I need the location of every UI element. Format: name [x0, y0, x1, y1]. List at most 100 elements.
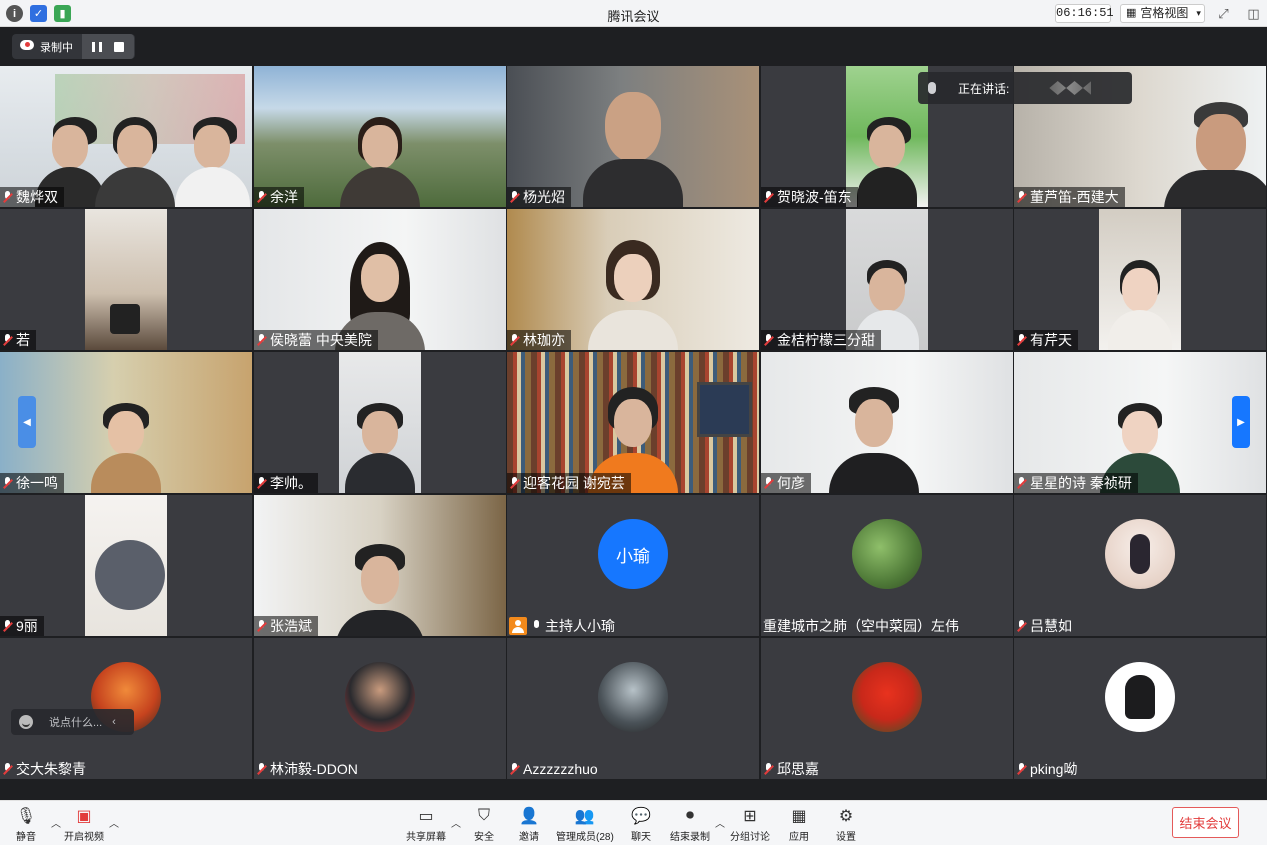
invite-label: 邀请 [519, 832, 539, 843]
shield-icon: ⛉ [477, 807, 490, 824]
meeting-timer: 06:16:51 [1055, 4, 1114, 23]
video-tile[interactable]: 迎客花园 谢宛芸 [507, 352, 759, 493]
speaking-label: 正在讲话: [958, 81, 1010, 96]
settings-button[interactable]: ⚙ 设置 [835, 805, 857, 843]
chevron-up-icon[interactable]: ︿ [451, 815, 461, 830]
video-tile[interactable]: 金桔柠檬三分甜 [761, 209, 1013, 350]
video-tile[interactable]: 林珈亦 [507, 209, 759, 350]
end-recording-button[interactable]: ⏺ 结束录制 [670, 805, 710, 843]
microphone-icon: 🎙 [15, 808, 37, 825]
participant-name: 贺晓波-笛东 [777, 189, 852, 205]
chevron-left-icon[interactable]: ‹ [112, 716, 116, 728]
video-tile[interactable]: 侯晓蕾 中央美院 [254, 209, 506, 350]
mic-on-icon [531, 619, 543, 633]
stop-record-icon: ⏺ [685, 807, 694, 824]
participant-name: Azzzzzzhuo [523, 761, 598, 777]
video-tile[interactable]: 魏烨双 [0, 66, 252, 207]
avatar [345, 662, 415, 732]
video-label: 开启视频 [64, 832, 104, 843]
participant-name: 邱思嘉 [777, 761, 819, 777]
end-record-label: 结束录制 [670, 832, 710, 843]
stop-record-button[interactable] [114, 41, 124, 52]
participant-name: 星星的诗 秦祯研 [1030, 475, 1132, 491]
chat-label: 聊天 [631, 832, 651, 843]
video-tile[interactable]: 杨光炤 [507, 66, 759, 207]
chat-input[interactable]: 说点什么... ‹ [11, 709, 134, 735]
next-page-button[interactable]: ▶ [1232, 396, 1250, 448]
chat-placeholder: 说点什么... [49, 717, 103, 729]
mute-label: 静音 [16, 832, 36, 843]
microphone-icon [928, 82, 936, 94]
participant-name: 交大朱黎青 [16, 761, 86, 777]
settings-label: 设置 [836, 832, 856, 843]
video-tile[interactable]: 林沛毅-DDON [254, 638, 506, 779]
view-mode-selector[interactable]: ▦ 宫格视图 ▾ [1120, 4, 1205, 23]
avatar [852, 519, 922, 589]
video-tile[interactable]: 余洋 [254, 66, 506, 207]
host-icon [509, 617, 527, 635]
video-tile[interactable]: 星星的诗 秦祯研 [1014, 352, 1266, 493]
members-icon: 👥 [574, 808, 595, 825]
breakout-rooms-button[interactable]: ⊞ 分组讨论 [730, 805, 770, 843]
video-tile[interactable]: 邱思嘉 [761, 638, 1013, 779]
add-user-icon: 👤 [519, 808, 539, 825]
participant-name: 余洋 [270, 189, 298, 205]
fullscreen-icon[interactable]: ⤢ [1214, 4, 1233, 23]
record-dot-icon [25, 41, 30, 47]
start-video-button[interactable]: ▣ 开启视频 [64, 805, 104, 843]
pause-record-button[interactable] [92, 41, 102, 52]
video-tile[interactable]: 小瑜 主持人小瑜 [507, 495, 759, 636]
view-mode-label: 宫格视图 [1140, 6, 1189, 20]
video-tile[interactable]: 张浩斌 [254, 495, 506, 636]
video-tile[interactable]: pking呦 [1014, 638, 1266, 779]
video-grid: 魏烨双 余洋 杨光炤 贺晓波-笛东 董芦笛-西建大 若 侯晓蕾 中央美院 林珈亦 [0, 66, 1267, 780]
mic-muted-icon [2, 619, 14, 633]
title-bar: i ✓ ▮ 腾讯会议 06:16:51 ▦ 宫格视图 ▾ ⤢ ◫ [0, 0, 1267, 27]
video-tile[interactable]: 若 [0, 209, 252, 350]
sidebar-icon[interactable]: ◫ [1244, 4, 1263, 23]
apps-button[interactable]: ▦ 应用 [788, 805, 810, 843]
meeting-toolbar: 🎙 静音 ︿ ▣ 开启视频 ︿ ▭ 共享屏幕 ︿ ⛉ 安全 👤 邀请 👥 管理成… [0, 800, 1267, 845]
video-tile[interactable]: Azzzzzzhuo [507, 638, 759, 779]
participant-name: 有芹天 [1030, 332, 1072, 348]
video-tile[interactable]: 吕慧如 [1014, 495, 1266, 636]
avatar: 小瑜 [598, 519, 668, 589]
participant-name: 吕慧如 [1030, 618, 1072, 634]
end-meeting-button[interactable]: 结束会议 [1172, 807, 1239, 838]
video-tile[interactable]: 徐一鸣 [0, 352, 252, 493]
mute-button[interactable]: 🎙 静音 [15, 805, 37, 843]
recording-indicator: 录制中 [12, 34, 135, 59]
security-button[interactable]: ⛉ 安全 [473, 805, 495, 843]
mic-muted-icon [1016, 190, 1028, 204]
participant-name: pking呦 [1030, 761, 1078, 777]
participant-name: 何彦 [777, 475, 805, 491]
manage-members-button[interactable]: 👥 管理成员(28) [556, 805, 614, 843]
video-tile[interactable]: 9丽 [0, 495, 252, 636]
participant-name: 林沛毅-DDON [270, 761, 358, 777]
share-screen-icon: ▭ [418, 808, 434, 825]
invite-button[interactable]: 👤 邀请 [518, 805, 540, 843]
chat-button[interactable]: 💬 聊天 [630, 805, 652, 843]
video-tile[interactable]: 重建城市之肺（空中菜园）左伟 [761, 495, 1013, 636]
previous-page-button[interactable]: ◀ [18, 396, 36, 448]
mic-muted-icon [1016, 333, 1028, 347]
chevron-up-icon[interactable]: ︿ [51, 815, 61, 830]
share-screen-button[interactable]: ▭ 共享屏幕 [406, 805, 446, 843]
emoji-icon[interactable] [19, 715, 33, 729]
grid-view-icon: ▦ [1126, 7, 1137, 19]
avatar [1105, 662, 1175, 732]
recording-label: 录制中 [40, 41, 73, 54]
video-tile[interactable]: 有芹天 [1014, 209, 1266, 350]
participant-name: 迎客花园 谢宛芸 [523, 475, 625, 491]
video-tile[interactable]: 李帅。 [254, 352, 506, 493]
chevron-up-icon[interactable]: ︿ [715, 815, 725, 830]
participant-name: 魏烨双 [16, 189, 58, 205]
mic-muted-icon [256, 619, 268, 633]
video-tile[interactable]: 何彦 [761, 352, 1013, 493]
participant-name: 董芦笛-西建大 [1030, 189, 1119, 205]
participant-name: 侯晓蕾 中央美院 [270, 332, 372, 348]
security-label: 安全 [474, 832, 494, 843]
participant-name: 徐一鸣 [16, 475, 58, 491]
chevron-up-icon[interactable]: ︿ [109, 815, 119, 830]
participant-name: 李帅。 [270, 475, 312, 491]
